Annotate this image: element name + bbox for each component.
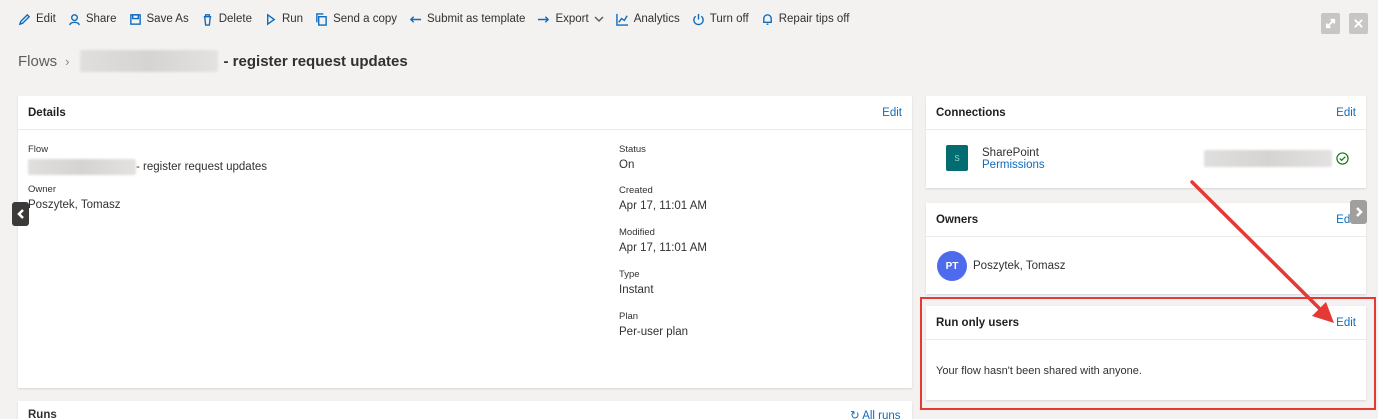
run-only-users-header: Run only users (936, 316, 1020, 329)
chart-icon (615, 13, 628, 26)
expand-button[interactable] (1321, 13, 1340, 34)
refresh-icon: ↻ (850, 410, 860, 419)
redacted-flow-name (79, 50, 218, 72)
check-circle-icon (1336, 152, 1349, 165)
details-header: Details (28, 106, 66, 119)
copy-icon (316, 12, 327, 26)
command-bar: Edit Share Save As Delete Run Send a cop… (0, 0, 1378, 38)
flow-field: Flow - register request updates (28, 144, 268, 175)
send-copy-button[interactable]: Send a copy (315, 12, 397, 26)
connections-card: Connections Edit S SharePoint Permission… (926, 96, 1366, 188)
chevron-down-icon (594, 16, 604, 23)
save-as-button[interactable]: Save As (129, 13, 189, 26)
chevron-right-icon (1355, 207, 1363, 217)
export-button[interactable]: Export (537, 13, 604, 26)
owner-avatar: PT (937, 251, 967, 281)
share-button[interactable]: Share (68, 13, 117, 26)
owner-field: Owner Poszytek, Tomasz (28, 184, 121, 211)
not-shared-message: Your flow hasn't been shared with anyone… (936, 365, 1142, 377)
chevron-right-icon: › (65, 53, 70, 69)
owners-card: Owners Edit PT Poszytek, Tomasz (926, 203, 1366, 294)
analytics-button[interactable]: Analytics (615, 13, 680, 26)
chevron-left-icon (16, 209, 24, 219)
edit-button[interactable]: Edit (18, 13, 56, 26)
next-arrow-button[interactable] (1350, 200, 1367, 224)
runs-header: Runs (28, 409, 57, 419)
breadcrumb: Flows › - register request updates (18, 50, 408, 72)
repair-tips-button[interactable]: Repair tips off (761, 13, 849, 26)
close-button[interactable] (1349, 13, 1368, 34)
run-only-users-card: Run only users Edit Your flow hasn't bee… (926, 306, 1366, 400)
runs-card: Runs ↻ All runs (18, 401, 912, 419)
connections-header: Connections (936, 106, 1006, 119)
page-title: - register request updates (223, 52, 408, 70)
run-button[interactable]: Run (264, 13, 303, 26)
expand-icon (1325, 18, 1336, 29)
run-only-users-edit-link[interactable]: Edit (1336, 317, 1356, 329)
owner-name: Poszytek, Tomasz (973, 260, 1066, 272)
pencil-icon (18, 13, 31, 25)
submit-template-button[interactable]: Submit as template (409, 13, 525, 26)
save-as-icon (129, 13, 141, 25)
type-field: Type Instant (619, 269, 654, 296)
delete-button[interactable]: Delete (201, 13, 252, 26)
owners-header: Owners (936, 213, 979, 226)
trash-icon (203, 13, 211, 26)
details-card: Details Edit Flow - register request upd… (18, 96, 912, 388)
power-icon (692, 13, 704, 25)
turn-off-button[interactable]: Turn off (692, 13, 749, 26)
redacted-flow-name (28, 159, 136, 175)
play-icon (266, 13, 276, 25)
connections-edit-link[interactable]: Edit (1336, 107, 1356, 119)
previous-arrow-button[interactable] (12, 202, 29, 226)
redacted-account (1204, 150, 1332, 167)
submit-icon (409, 15, 422, 23)
breadcrumb-flows-link[interactable]: Flows (18, 53, 57, 70)
export-icon (538, 15, 550, 23)
share-icon (68, 13, 80, 25)
plan-field: Plan Per-user plan (619, 311, 689, 338)
status-field: Status On (619, 144, 646, 171)
close-icon (1354, 19, 1363, 28)
modified-field: Modified Apr 17, 11:01 AM (619, 227, 708, 254)
bell-icon (762, 13, 772, 25)
permissions-link[interactable]: Permissions (982, 159, 1045, 171)
details-edit-link[interactable]: Edit (882, 107, 902, 119)
sharepoint-icon: S (946, 145, 968, 171)
all-runs-link[interactable]: ↻ All runs (850, 408, 901, 419)
created-field: Created Apr 17, 11:01 AM (619, 185, 708, 212)
connection-name: SharePoint (982, 147, 1039, 159)
